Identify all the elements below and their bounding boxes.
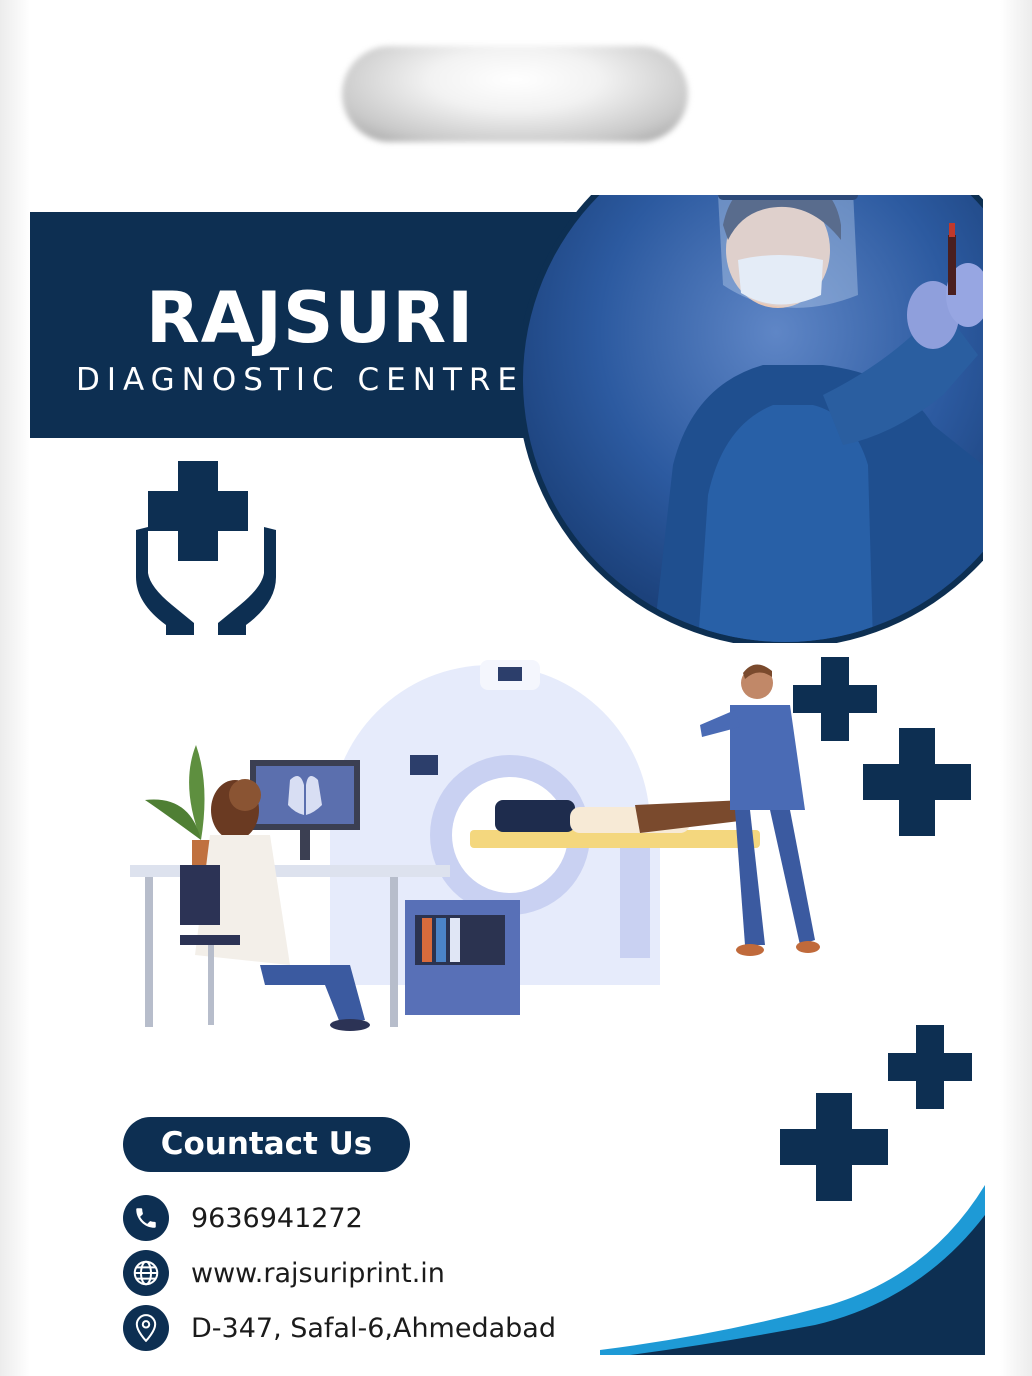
address-text: D-347, Safal-6,Ahmedabad	[191, 1312, 556, 1344]
contact-phone-row[interactable]: 9636941272	[123, 1195, 363, 1241]
bag-print-area: RAJSURI DIAGNOSTIC CENTRE Countact Us 96…	[30, 195, 985, 1355]
website-link: www.rajsuriprint.in	[191, 1257, 445, 1289]
title-band: RAJSURI DIAGNOSTIC CENTRE	[30, 212, 590, 438]
globe-icon	[123, 1250, 169, 1296]
brand-subtitle: DIAGNOSTIC CENTRE	[75, 362, 525, 398]
carry-bag: RAJSURI DIAGNOSTIC CENTRE Countact Us 96…	[0, 0, 1032, 1376]
phone-icon	[123, 1195, 169, 1241]
contact-heading: Countact Us	[123, 1117, 410, 1172]
mri-scan-illustration	[130, 660, 820, 1031]
contact-address-row[interactable]: D-347, Safal-6,Ahmedabad	[123, 1305, 556, 1351]
medical-worker-photo	[523, 195, 983, 643]
hands-holding-cross-icon	[136, 461, 276, 635]
brand-name: RAJSURI	[145, 277, 475, 359]
plus-icon	[888, 1025, 972, 1109]
phone-number: 9636941272	[191, 1202, 363, 1234]
plus-icon	[863, 728, 971, 836]
decorative-wave	[600, 1185, 985, 1355]
contact-website-row[interactable]: www.rajsuriprint.in	[123, 1250, 445, 1296]
location-pin-icon	[123, 1305, 169, 1351]
bag-handle-cutout	[342, 46, 688, 142]
